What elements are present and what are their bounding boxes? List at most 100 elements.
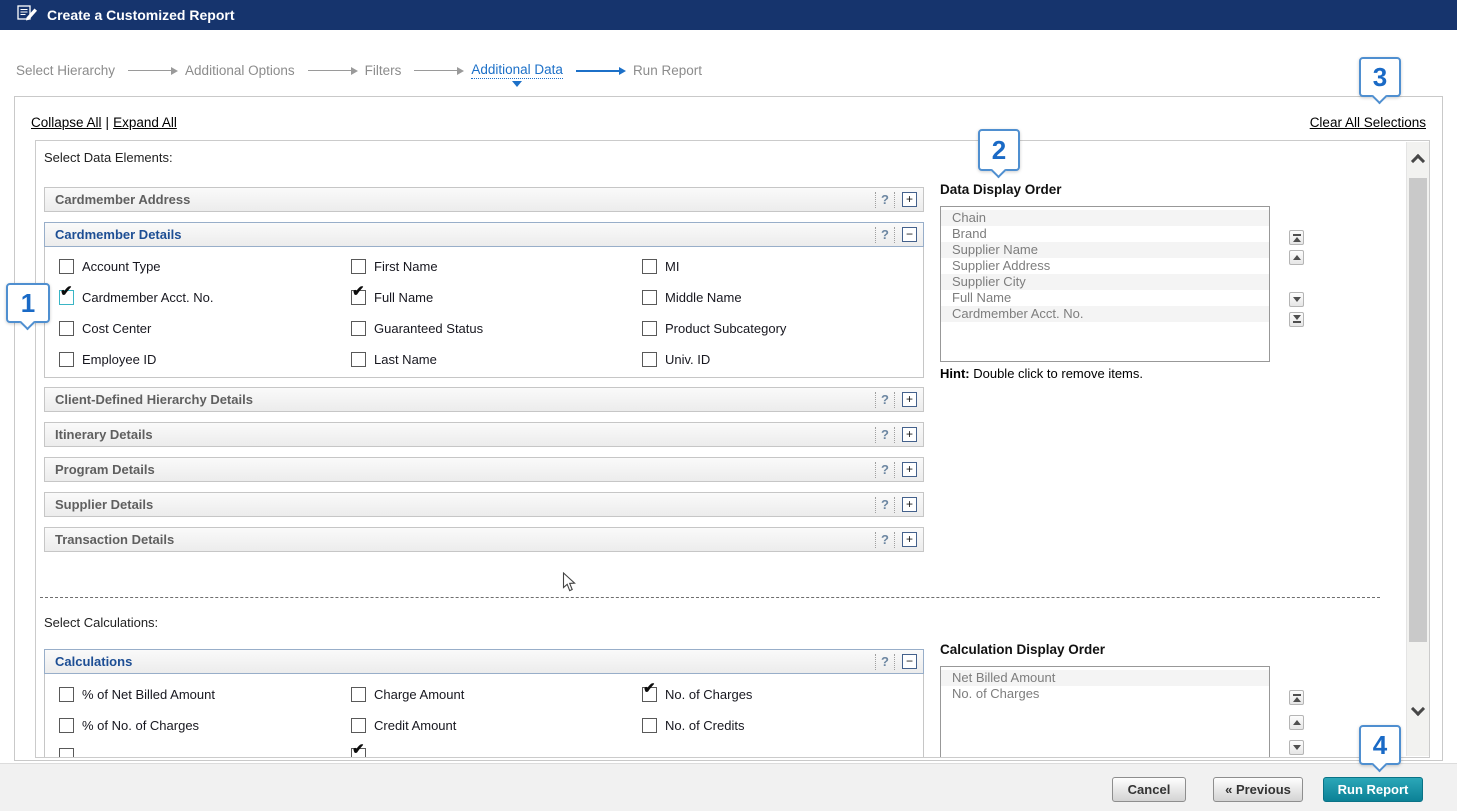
checkbox-item-product-subcategory[interactable]: Product Subcategory [642, 321, 923, 336]
checkbox-item-no-of-credits[interactable]: No. of Credits [642, 718, 923, 733]
move-up-button[interactable] [1289, 715, 1304, 730]
checkbox-item-cost-center[interactable]: Cost Center [59, 321, 351, 336]
checkbox-item-univ-id[interactable]: Univ. ID [642, 352, 923, 367]
checkbox-unchecked[interactable] [59, 352, 74, 367]
question-help-icon[interactable]: ? [881, 497, 889, 512]
section-header-program-details[interactable]: Program Details?+ [44, 457, 924, 482]
checkbox-item-employee-id[interactable]: Employee ID [59, 352, 351, 367]
list-item-supplier-name[interactable]: Supplier Name [941, 242, 1269, 258]
checkbox-unchecked[interactable] [351, 352, 366, 367]
list-item-full-name[interactable]: Full Name [941, 290, 1269, 306]
clear-all-selections-link[interactable]: Clear All Selections [1310, 115, 1426, 130]
section-header-transaction-details[interactable]: Transaction Details?+ [44, 527, 924, 552]
vertical-scrollbar[interactable] [1406, 142, 1429, 756]
checkbox-item-account-type[interactable]: Account Type [59, 259, 351, 274]
expand-plus-icon[interactable]: + [902, 392, 917, 407]
list-item-chain[interactable]: Chain [941, 210, 1269, 226]
scrollbar-thumb[interactable] [1409, 178, 1427, 642]
checkbox-unchecked[interactable] [59, 321, 74, 336]
checkbox-item-middle-name[interactable]: Middle Name [642, 290, 923, 305]
list-item-brand[interactable]: Brand [941, 226, 1269, 242]
checkbox-checked[interactable]: ✔ [351, 290, 366, 305]
move-top-button[interactable] [1289, 230, 1304, 245]
checkbox-unchecked[interactable] [59, 687, 74, 702]
data-display-order-list[interactable]: ChainBrandSupplier NameSupplier AddressS… [940, 206, 1270, 362]
section-header-cardmember-address[interactable]: Cardmember Address?+ [44, 187, 924, 212]
checkbox-item-guaranteed-status[interactable]: Guaranteed Status [351, 321, 642, 336]
cancel-button[interactable]: Cancel [1112, 777, 1186, 802]
checkbox-unchecked[interactable] [642, 718, 657, 733]
checkbox-item-no-of-charges[interactable]: ✔No. of Charges [642, 687, 923, 702]
checkbox-unchecked[interactable] [351, 687, 366, 702]
expand-plus-icon[interactable]: + [902, 497, 917, 512]
question-help-icon[interactable]: ? [881, 192, 889, 207]
checkbox-unchecked[interactable] [59, 259, 74, 274]
checkbox-label: Cost Center [82, 321, 151, 336]
question-help-icon[interactable]: ? [881, 392, 889, 407]
step-select-hierarchy[interactable]: Select Hierarchy [16, 63, 115, 78]
move-down-button[interactable] [1289, 740, 1304, 755]
checkbox-item-of-no-of-charges[interactable]: % of No. of Charges [59, 718, 351, 733]
checkbox-item-credit-amount[interactable]: Credit Amount [351, 718, 642, 733]
checkbox-checked[interactable]: ✔ [642, 687, 657, 702]
checkbox-item-full-name[interactable]: ✔Full Name [351, 290, 642, 305]
section-header-itinerary-details[interactable]: Itinerary Details?+ [44, 422, 924, 447]
collapse-minus-icon[interactable]: − [902, 654, 917, 669]
question-help-icon[interactable]: ? [881, 532, 889, 547]
checkbox-unchecked[interactable] [351, 321, 366, 336]
scroll-down-button[interactable] [1407, 702, 1429, 726]
step-run-report[interactable]: Run Report [633, 63, 702, 78]
move-down-button[interactable] [1289, 292, 1304, 307]
scroll-up-button[interactable] [1407, 148, 1429, 172]
checkbox-item-charge-amount[interactable]: Charge Amount [351, 687, 642, 702]
section-header-cardmember-details[interactable]: Cardmember Details?− [44, 222, 924, 247]
step-additional-options[interactable]: Additional Options [185, 63, 295, 78]
checkbox-item[interactable]: ✔ [351, 748, 642, 758]
checkbox-unchecked[interactable] [642, 290, 657, 305]
checkbox-item-cardmember-acct-no[interactable]: ✔Cardmember Acct. No. [59, 290, 351, 305]
checkbox-unchecked[interactable] [59, 718, 74, 733]
step-filters[interactable]: Filters [365, 63, 402, 78]
list-item-supplier-city[interactable]: Supplier City [941, 274, 1269, 290]
expand-plus-icon[interactable]: + [902, 462, 917, 477]
step-additional-data[interactable]: Additional Data [471, 62, 563, 79]
checkbox-checked[interactable]: ✔ [59, 290, 74, 305]
checkbox-unchecked[interactable] [351, 718, 366, 733]
list-item-cardmember-acct-no[interactable]: Cardmember Acct. No. [941, 306, 1269, 322]
collapse-minus-icon[interactable]: − [902, 227, 917, 242]
checkbox-label: Middle Name [665, 290, 742, 305]
section-header-calculations[interactable]: Calculations?− [44, 649, 924, 674]
checkbox-unchecked[interactable] [59, 748, 74, 758]
question-help-icon[interactable]: ? [881, 462, 889, 477]
expand-plus-icon[interactable]: + [902, 427, 917, 442]
run-report-button[interactable]: Run Report [1323, 777, 1423, 802]
previous-button[interactable]: « Previous [1213, 777, 1303, 802]
calculation-display-order-list[interactable]: Net Billed AmountNo. of Charges [940, 666, 1270, 758]
checkbox-item-first-name[interactable]: First Name [351, 259, 642, 274]
divider [875, 462, 876, 478]
question-help-icon[interactable]: ? [881, 227, 889, 242]
move-up-button[interactable] [1289, 250, 1304, 265]
checkbox-item-mi[interactable]: MI [642, 259, 923, 274]
list-item-no-of-charges[interactable]: No. of Charges [941, 686, 1269, 702]
move-top-button[interactable] [1289, 690, 1304, 705]
list-item-supplier-address[interactable]: Supplier Address [941, 258, 1269, 274]
collapse-all-link[interactable]: Collapse All [31, 115, 102, 130]
checkbox-item-last-name[interactable]: Last Name [351, 352, 642, 367]
section-header-supplier-details[interactable]: Supplier Details?+ [44, 492, 924, 517]
move-bottom-button[interactable] [1289, 312, 1304, 327]
checkbox-unchecked[interactable] [642, 321, 657, 336]
question-help-icon[interactable]: ? [881, 427, 889, 442]
checkbox-item[interactable] [59, 748, 351, 758]
checkbox-unchecked[interactable] [642, 259, 657, 274]
checkbox-unchecked[interactable] [351, 259, 366, 274]
expand-plus-icon[interactable]: + [902, 532, 917, 547]
expand-all-link[interactable]: Expand All [113, 115, 177, 130]
checkbox-item-of-net-billed-amount[interactable]: % of Net Billed Amount [59, 687, 351, 702]
checkbox-checked[interactable]: ✔ [351, 748, 366, 758]
list-item-net-billed-amount[interactable]: Net Billed Amount [941, 670, 1269, 686]
question-help-icon[interactable]: ? [881, 654, 889, 669]
section-header-client-defined-hierarchy-details[interactable]: Client-Defined Hierarchy Details?+ [44, 387, 924, 412]
expand-plus-icon[interactable]: + [902, 192, 917, 207]
checkbox-unchecked[interactable] [642, 352, 657, 367]
